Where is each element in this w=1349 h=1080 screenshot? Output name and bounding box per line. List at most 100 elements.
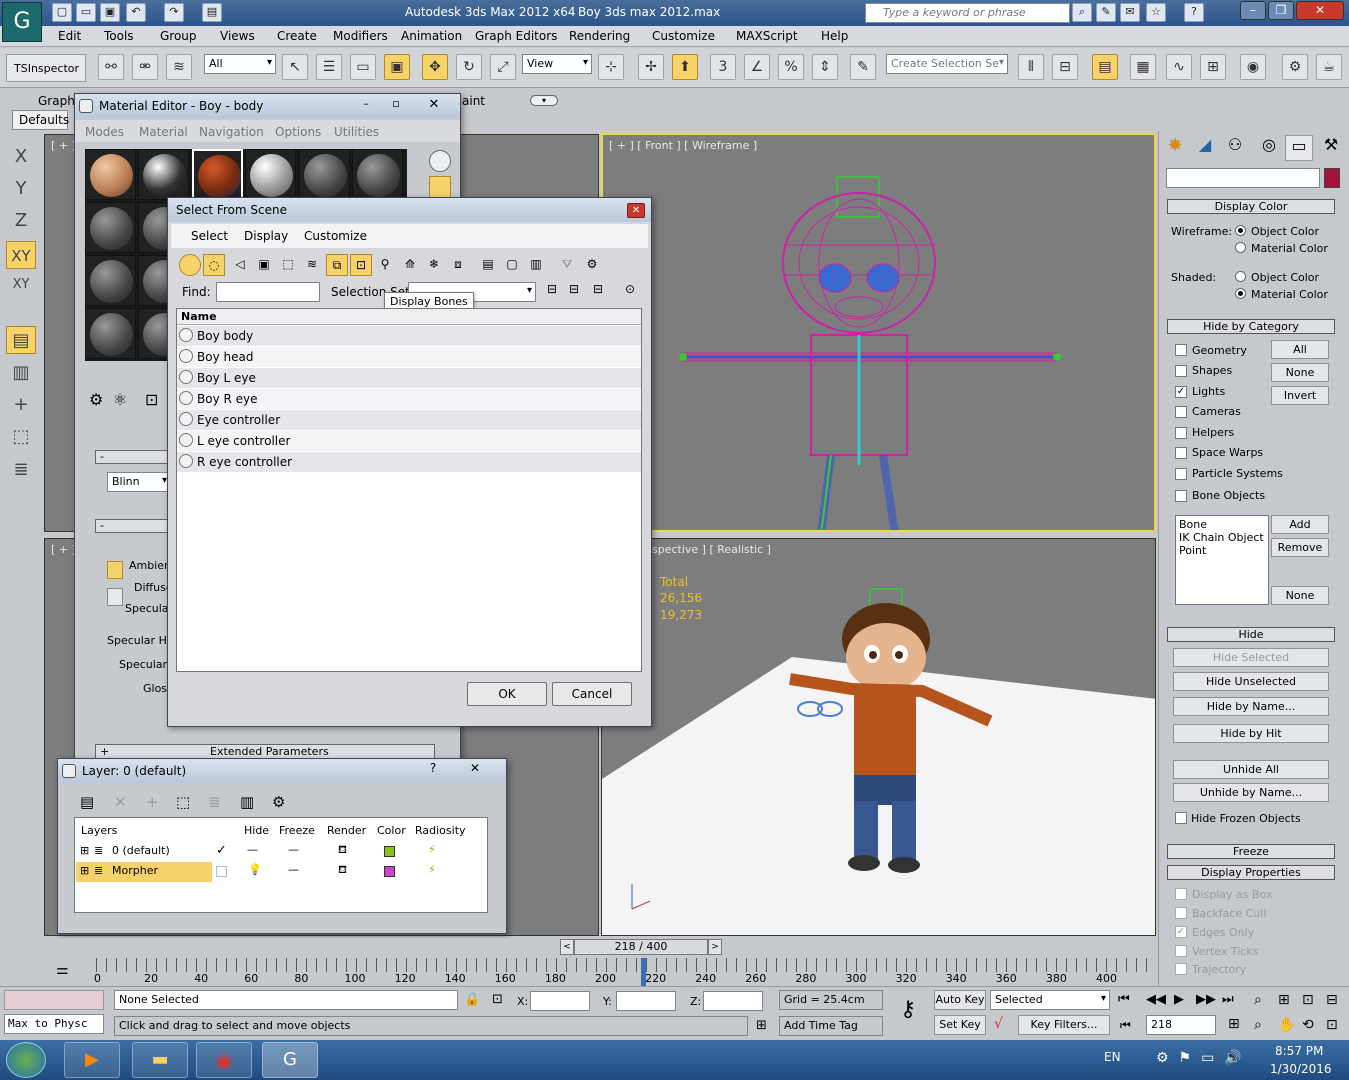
display-hidden-icon[interactable]: ⧈ (447, 254, 469, 276)
category-particles-checkbox[interactable] (1175, 468, 1187, 480)
menu-tools[interactable]: Tools (104, 29, 134, 43)
minimize-button[interactable]: – (1240, 1, 1266, 20)
sample-slot[interactable] (245, 149, 296, 200)
layer-add-icon[interactable]: ▥ (6, 359, 36, 387)
display-groups-icon[interactable]: ⧉ (326, 254, 348, 276)
highlight-layer-icon[interactable]: ≣ (208, 793, 221, 811)
ribbon-dropdown[interactable]: ▾ (530, 95, 558, 106)
list-remove-button[interactable]: Remove (1271, 538, 1329, 557)
me-menu-navigation[interactable]: Navigation (199, 125, 264, 139)
favorites-icon[interactable]: ☆ (1146, 3, 1166, 22)
zoom-extents-all-icon[interactable]: ⊟ (1326, 992, 1338, 1008)
hide-all-layers-icon[interactable]: ▥ (240, 793, 254, 811)
add-time-tag[interactable]: Add Time Tag (779, 1016, 883, 1036)
axis-x-button[interactable]: X (6, 143, 36, 171)
x-coord-field[interactable] (530, 991, 590, 1011)
viewport-bottom-left-label[interactable]: [ + ] (51, 543, 76, 556)
ref-coord-dropdown[interactable]: View (522, 54, 592, 74)
select-manipulate-icon[interactable]: ✢ (638, 54, 664, 80)
wireframe-object-color-radio[interactable] (1235, 225, 1246, 236)
sfs-icon-b[interactable]: ⊟ (564, 282, 584, 302)
clock-time[interactable]: 8:57 PM (1275, 1044, 1323, 1058)
select-layer-icon[interactable]: ⬚ (6, 423, 36, 451)
schematic-icon[interactable]: ⊞ (1200, 54, 1226, 80)
delete-layer-icon[interactable]: ✕ (114, 793, 127, 811)
move-icon[interactable]: ✥ (422, 54, 448, 80)
get-material-icon[interactable]: ⚙ (89, 390, 103, 409)
vertex-ticks-label[interactable]: Vertex Ticks (1192, 945, 1258, 958)
create-layer-icon[interactable]: ▤ (80, 793, 94, 811)
add-to-layer-icon[interactable]: + (146, 793, 159, 811)
key-mode-toggle-icon[interactable]: ⏮ (1120, 1018, 1131, 1033)
category-spacewarps-label[interactable]: Space Warps (1192, 446, 1263, 459)
col-render[interactable]: Render (327, 824, 366, 837)
bind-spacewarp-icon[interactable]: ≋ (166, 54, 192, 80)
category-particles-label[interactable]: Particle Systems (1192, 467, 1283, 480)
menu-animation[interactable]: Animation (401, 29, 462, 43)
maximize-viewport-icon[interactable]: ⊡ (1326, 1017, 1338, 1033)
angle-snap-icon[interactable]: ∠ (744, 54, 770, 80)
sfs-icon-a[interactable]: ⊟ (542, 282, 562, 302)
axis-xy-button[interactable]: XY (6, 241, 36, 269)
key-tangent-icon[interactable]: √ (994, 1016, 1003, 1032)
layer-name[interactable]: 0 (default) (112, 844, 170, 857)
select-all-icon[interactable]: ▤ (477, 254, 499, 276)
list-item[interactable]: Point (1179, 544, 1206, 557)
filter-icon[interactable]: ⛛ (556, 254, 578, 276)
sfs-menu-display[interactable]: Display (244, 229, 288, 243)
zoom-icon[interactable]: ⌕ (1254, 992, 1262, 1008)
me-menu-material[interactable]: Material (139, 125, 188, 139)
shader-type-dropdown[interactable]: Blinn (107, 472, 171, 492)
subscription-icon[interactable]: ✎ (1096, 3, 1116, 22)
save-icon[interactable]: ▣ (100, 3, 120, 22)
col-layers[interactable]: Layers (81, 824, 117, 837)
time-next-button[interactable]: > (708, 939, 722, 955)
freeze-toggle[interactable]: — (288, 843, 299, 856)
menu-graph-editors[interactable]: Graph Editors (475, 29, 557, 43)
app-logo-icon[interactable]: G (2, 2, 42, 42)
category-none-button[interactable]: None (1271, 363, 1329, 382)
language-indicator[interactable]: EN (1104, 1050, 1121, 1064)
display-shapes-icon[interactable]: ◌ (203, 254, 225, 276)
expand-icon[interactable]: ⊞ (80, 844, 89, 857)
material-editor-minimize[interactable]: – (355, 97, 377, 113)
maximize-button[interactable]: ❐ (1268, 1, 1294, 20)
sfs-icon-d[interactable]: ⊙ (620, 282, 640, 302)
spinner-snap-icon[interactable]: ⇕ (812, 54, 838, 80)
shaded-object-color-radio[interactable] (1235, 271, 1246, 282)
list-item[interactable]: L eye controller (177, 431, 641, 451)
unhide-by-name-button[interactable]: Unhide by Name... (1173, 783, 1329, 802)
display-tab-icon[interactable]: ▭ (1285, 135, 1313, 161)
selection-lock-icon[interactable]: 🔒 (464, 992, 480, 1007)
material-editor-close[interactable]: ✕ (419, 97, 449, 113)
category-helpers-label[interactable]: Helpers (1192, 426, 1234, 439)
pivot-icon[interactable]: ⊹ (598, 54, 624, 80)
render-teapot-icon[interactable]: ⛾ (338, 843, 347, 858)
select-object-icon[interactable]: ↖ (282, 54, 308, 80)
go-start-icon[interactable]: ⏮ (1118, 992, 1130, 1007)
cancel-button[interactable]: Cancel (552, 682, 632, 706)
freeze-toggle[interactable]: — (288, 863, 299, 876)
layer-help-button[interactable]: ? (420, 761, 446, 779)
auto-key-button[interactable]: Auto Key (934, 990, 986, 1010)
axis-xy-cycle-button[interactable]: XY (6, 271, 36, 299)
modify-tab-icon[interactable]: ◢ (1191, 135, 1219, 161)
maxscript-mini-listener[interactable]: Max to Physc (4, 1014, 104, 1034)
sfs-icon-c[interactable]: ⊟ (588, 282, 608, 302)
find-input[interactable] (216, 282, 320, 302)
ambient-diffuse-lock-icon[interactable] (107, 561, 123, 579)
current-frame-field[interactable]: 218 (1146, 1015, 1216, 1035)
inspector-label[interactable]: TSInspector (6, 54, 86, 82)
layer-close-button[interactable]: ✕ (458, 761, 492, 779)
display-as-box-label[interactable]: Display as Box (1192, 888, 1272, 901)
ribbon-paint-tab[interactable]: aint (462, 94, 485, 108)
menu-group[interactable]: Group (160, 29, 197, 43)
create-tab-icon[interactable]: ✸ (1161, 135, 1189, 161)
category-all-button[interactable]: All (1271, 340, 1329, 359)
prev-frame-icon[interactable]: ◀◀ (1146, 992, 1166, 1007)
viewport-front[interactable]: [ + ] [ Front ] [ Wireframe ] (601, 133, 1156, 532)
menu-maxscript[interactable]: MAXScript (736, 29, 798, 43)
category-bones-label[interactable]: Bone Objects (1192, 489, 1265, 502)
display-helpers-icon[interactable]: ⬚ (277, 254, 299, 276)
list-item[interactable]: IK Chain Object (1179, 531, 1264, 544)
